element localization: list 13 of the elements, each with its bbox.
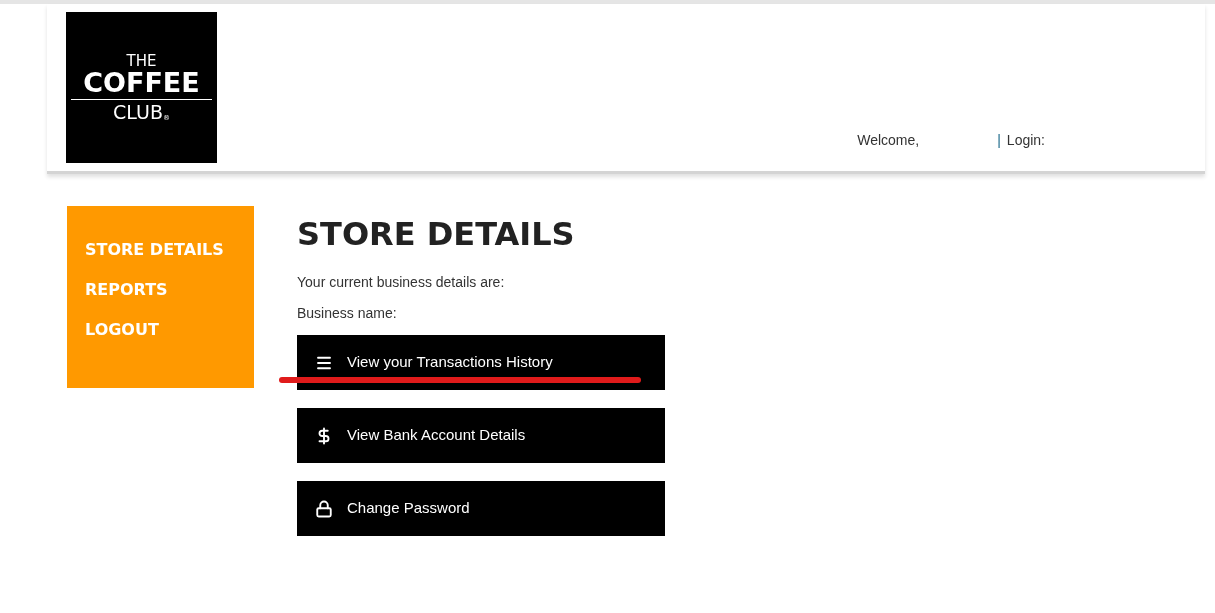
logo-text: CLUB$_{®}$ bbox=[113, 102, 170, 122]
action-button[interactable]: View your Transactions History bbox=[297, 335, 665, 390]
separator-text: | bbox=[997, 131, 1001, 150]
lock-icon bbox=[315, 499, 333, 518]
action-button[interactable]: Change Password bbox=[297, 481, 665, 536]
action-button[interactable]: View Bank Account Details bbox=[297, 408, 665, 463]
logo-text: THE bbox=[126, 53, 157, 69]
welcome-text: Welcome, bbox=[857, 131, 920, 150]
logo-text: COFFEE bbox=[71, 68, 212, 100]
login-text: Login: bbox=[1006, 131, 1045, 150]
details-text: Your current business details are: bbox=[297, 273, 506, 292]
details-text: Business name: bbox=[297, 304, 398, 323]
page-title: STORE DETAILS bbox=[297, 218, 576, 250]
